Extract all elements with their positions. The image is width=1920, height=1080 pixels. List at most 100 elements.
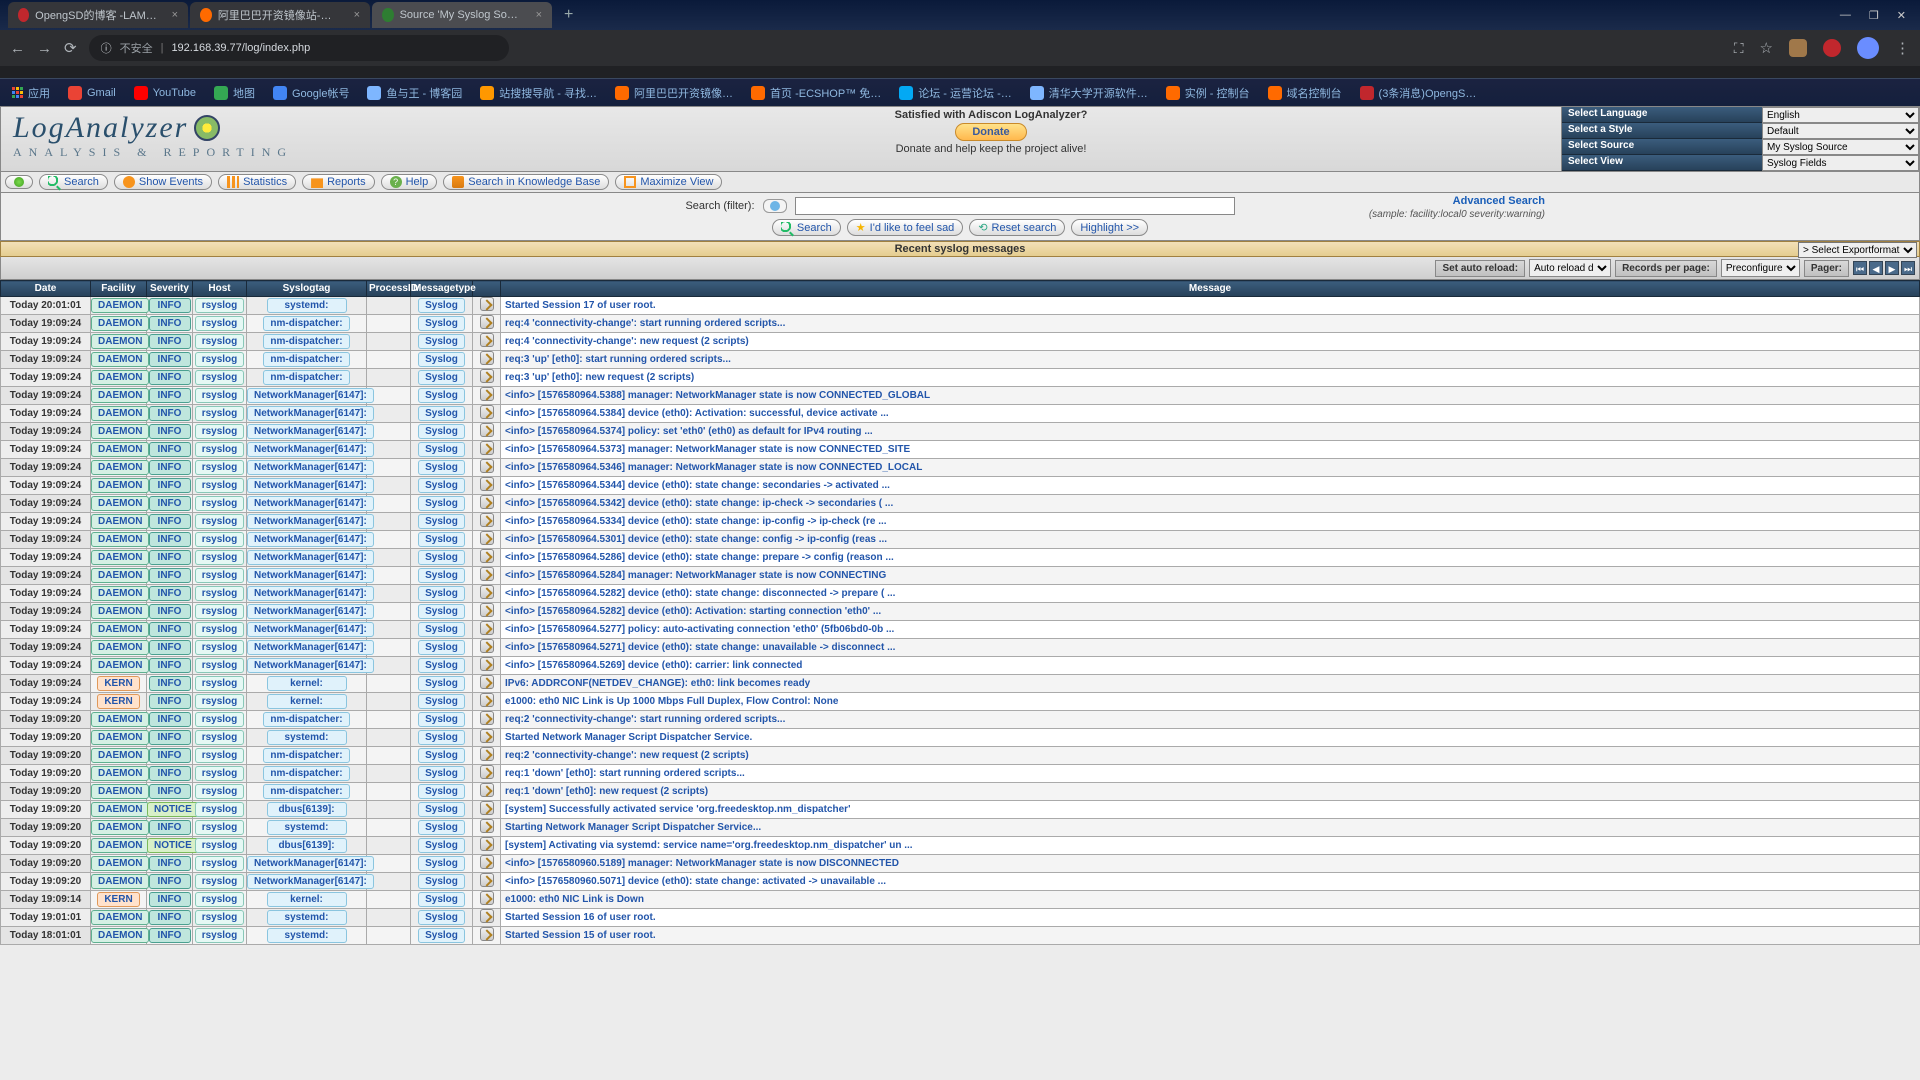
maximize-view-button[interactable]: Maximize View — [615, 174, 722, 190]
detail-icon[interactable] — [480, 819, 494, 833]
cell-message[interactable]: req:2 'connectivity-change': start runni… — [501, 711, 1920, 729]
syslogtag-pill[interactable]: systemd: — [267, 910, 347, 925]
messagetype-pill[interactable]: Syslog — [418, 856, 465, 871]
host-pill[interactable]: rsyslog — [195, 478, 245, 493]
messagetype-pill[interactable]: Syslog — [418, 820, 465, 835]
severity-pill[interactable]: INFO — [149, 352, 191, 367]
export-format-select[interactable]: > Select Exportformat — [1798, 242, 1917, 258]
severity-pill[interactable]: INFO — [149, 532, 191, 547]
browser-tab[interactable]: OpengSD的博客 -LAMP.HTTPD× — [8, 2, 188, 28]
cell-message[interactable]: Started Session 16 of user root. — [501, 909, 1920, 927]
bookmark-item[interactable]: 地图 — [214, 85, 255, 101]
syslogtag-pill[interactable]: nm-dispatcher: — [263, 712, 349, 727]
syslogtag-pill[interactable]: nm-dispatcher: — [263, 352, 349, 367]
cell-message[interactable]: <info> [1576580964.5284] manager: Networ… — [501, 567, 1920, 585]
facility-pill[interactable]: KERN — [97, 892, 139, 907]
messagetype-pill[interactable]: Syslog — [418, 478, 465, 493]
host-pill[interactable]: rsyslog — [195, 730, 245, 745]
status-button[interactable] — [5, 175, 33, 189]
host-pill[interactable]: rsyslog — [195, 766, 245, 781]
host-pill[interactable]: rsyslog — [195, 460, 245, 475]
host-pill[interactable]: rsyslog — [195, 388, 245, 403]
facility-pill[interactable]: DAEMON — [91, 874, 149, 889]
severity-pill[interactable]: INFO — [149, 658, 191, 673]
messagetype-pill[interactable]: Syslog — [418, 658, 465, 673]
host-pill[interactable]: rsyslog — [195, 802, 245, 817]
messagetype-pill[interactable]: Syslog — [418, 316, 465, 331]
cell-message[interactable]: Started Session 15 of user root. — [501, 927, 1920, 945]
detail-icon[interactable] — [480, 423, 494, 437]
host-pill[interactable]: rsyslog — [195, 784, 245, 799]
syslogtag-pill[interactable]: NetworkManager[6147]: — [247, 622, 374, 637]
facility-pill[interactable]: DAEMON — [91, 766, 149, 781]
detail-icon[interactable] — [480, 639, 494, 653]
facility-pill[interactable]: DAEMON — [91, 370, 149, 385]
detail-icon[interactable] — [480, 477, 494, 491]
bookmark-item[interactable]: 首页 -ECSHOP™ 免… — [751, 85, 881, 101]
messagetype-pill[interactable]: Syslog — [418, 694, 465, 709]
host-pill[interactable]: rsyslog — [195, 604, 245, 619]
facility-pill[interactable]: DAEMON — [91, 352, 149, 367]
detail-icon[interactable] — [480, 837, 494, 851]
messagetype-pill[interactable]: Syslog — [418, 640, 465, 655]
facility-pill[interactable]: DAEMON — [91, 910, 149, 925]
detail-icon[interactable] — [480, 693, 494, 707]
cell-message[interactable]: req:2 'connectivity-change': new request… — [501, 747, 1920, 765]
messagetype-pill[interactable]: Syslog — [418, 622, 465, 637]
host-pill[interactable]: rsyslog — [195, 352, 245, 367]
host-pill[interactable]: rsyslog — [195, 676, 245, 691]
messagetype-pill[interactable]: Syslog — [418, 514, 465, 529]
bookmark-item[interactable]: 域名控制台 — [1268, 85, 1342, 101]
auto-reload-select[interactable]: Auto reload d — [1529, 259, 1611, 277]
syslogtag-pill[interactable]: NetworkManager[6147]: — [247, 550, 374, 565]
reports-button[interactable]: Reports — [302, 174, 375, 190]
facility-pill[interactable]: DAEMON — [91, 532, 149, 547]
severity-pill[interactable]: INFO — [149, 496, 191, 511]
severity-pill[interactable]: INFO — [149, 478, 191, 493]
facility-pill[interactable]: DAEMON — [91, 856, 149, 871]
detail-icon[interactable] — [480, 783, 494, 797]
cell-message[interactable]: <info> [1576580964.5342] device (eth0): … — [501, 495, 1920, 513]
lucky-button[interactable]: ★I'd like to feel sad — [847, 219, 964, 236]
syslogtag-pill[interactable]: kernel: — [267, 694, 347, 709]
records-per-page-select[interactable]: Preconfigure — [1721, 259, 1800, 277]
column-header[interactable]: Facility — [91, 281, 147, 297]
advanced-search-link[interactable]: Advanced Search — [1453, 195, 1545, 207]
messagetype-pill[interactable]: Syslog — [418, 784, 465, 799]
browser-tab[interactable]: 阿里巴巴开资镜像站-阿里云官× — [190, 2, 370, 28]
syslogtag-pill[interactable]: NetworkManager[6147]: — [247, 640, 374, 655]
cell-message[interactable]: e1000: eth0 NIC Link is Up 1000 Mbps Ful… — [501, 693, 1920, 711]
syslogtag-pill[interactable]: nm-dispatcher: — [263, 748, 349, 763]
cell-message[interactable]: <info> [1576580964.5384] device (eth0): … — [501, 405, 1920, 423]
cell-message[interactable]: <info> [1576580960.5189] manager: Networ… — [501, 855, 1920, 873]
detail-icon[interactable] — [480, 891, 494, 905]
messagetype-pill[interactable]: Syslog — [418, 496, 465, 511]
syslogtag-pill[interactable]: dbus[6139]: — [267, 838, 347, 853]
host-pill[interactable]: rsyslog — [195, 874, 245, 889]
severity-pill[interactable]: INFO — [149, 316, 191, 331]
cell-message[interactable]: <info> [1576580964.5374] policy: set 'et… — [501, 423, 1920, 441]
messagetype-pill[interactable]: Syslog — [418, 442, 465, 457]
pager-prev[interactable]: ◀ — [1869, 261, 1883, 275]
host-pill[interactable]: rsyslog — [195, 856, 245, 871]
host-pill[interactable]: rsyslog — [195, 334, 245, 349]
facility-pill[interactable]: DAEMON — [91, 658, 149, 673]
detail-icon[interactable] — [480, 297, 494, 311]
facility-pill[interactable]: DAEMON — [91, 514, 149, 529]
pager-first[interactable]: ⏮ — [1853, 261, 1867, 275]
bookmark-item[interactable]: YouTube — [134, 86, 196, 100]
syslogtag-pill[interactable]: nm-dispatcher: — [263, 334, 349, 349]
facility-pill[interactable]: DAEMON — [91, 316, 149, 331]
host-pill[interactable]: rsyslog — [195, 370, 245, 385]
syslogtag-pill[interactable]: NetworkManager[6147]: — [247, 388, 374, 403]
column-header[interactable]: ProcessID — [367, 281, 411, 297]
facility-pill[interactable]: KERN — [97, 676, 139, 691]
facility-pill[interactable]: DAEMON — [91, 460, 149, 475]
syslogtag-pill[interactable]: NetworkManager[6147]: — [247, 658, 374, 673]
column-header[interactable]: Messagetype — [411, 281, 473, 297]
bookmark-item[interactable]: 鱼与王 - 博客园 — [367, 85, 462, 101]
column-header[interactable]: Host — [193, 281, 247, 297]
address-bar[interactable]: ⓘ 不安全 | 192.168.39.77/log/index.php — [89, 35, 509, 61]
cell-message[interactable]: <info> [1576580960.5071] device (eth0): … — [501, 873, 1920, 891]
detail-icon[interactable] — [480, 351, 494, 365]
